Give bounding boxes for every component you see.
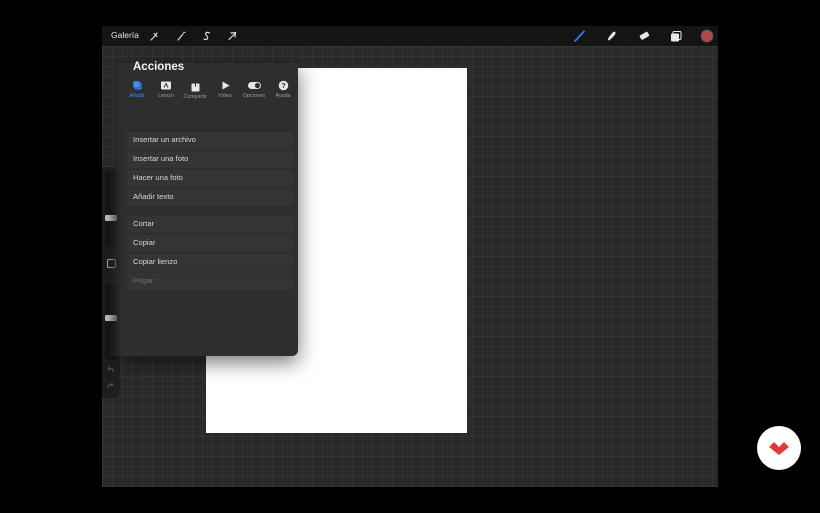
procreate-screen: Galería Acciones Añadir Lienzo Compartir… bbox=[102, 26, 718, 487]
svg-text:?: ? bbox=[281, 83, 285, 90]
copy-canvas-item[interactable]: Copiar lienzo bbox=[127, 254, 293, 271]
tab-video-label: Vídeo bbox=[218, 93, 232, 99]
insert-photo-item[interactable]: Insertar una foto bbox=[127, 151, 293, 168]
video-play-icon bbox=[222, 81, 229, 90]
brand-mark-icon bbox=[769, 442, 789, 455]
gallery-button[interactable]: Galería bbox=[111, 30, 139, 40]
tab-options[interactable]: Opciones bbox=[239, 80, 269, 99]
take-photo-label: Hacer una foto bbox=[133, 173, 183, 182]
add-icon bbox=[132, 80, 141, 90]
wrench-icon[interactable] bbox=[148, 30, 160, 42]
copy-canvas-label: Copiar lienzo bbox=[133, 257, 178, 266]
paste-label: Pegar bbox=[133, 276, 154, 285]
canvas-icon bbox=[161, 81, 171, 90]
help-icon: ? bbox=[278, 80, 288, 91]
redo-icon[interactable] bbox=[106, 381, 115, 390]
toggle-icon bbox=[247, 82, 261, 89]
brand-logo bbox=[757, 426, 801, 470]
magic-wand-icon[interactable] bbox=[175, 30, 187, 42]
tab-help[interactable]: ? Ayuda bbox=[268, 80, 298, 99]
tab-add-label: Añadir bbox=[129, 93, 145, 99]
top-toolbar: Galería bbox=[102, 26, 718, 46]
actions-tabs: Añadir Lienzo Compartir Vídeo Opciones ?… bbox=[122, 80, 298, 104]
panel-title: Acciones bbox=[133, 61, 185, 73]
tab-canvas-label: Lienzo bbox=[158, 93, 174, 99]
color-swatch-icon[interactable] bbox=[700, 29, 714, 43]
transform-arrow-icon[interactable] bbox=[226, 30, 238, 42]
tab-share[interactable]: Compartir bbox=[180, 80, 210, 100]
copy-label: Copiar bbox=[133, 238, 156, 247]
undo-icon[interactable] bbox=[106, 365, 115, 374]
insert-photo-label: Insertar una foto bbox=[133, 154, 189, 163]
actions-panel: Acciones Añadir Lienzo Compartir Vídeo O… bbox=[108, 61, 298, 356]
copy-item[interactable]: Copiar bbox=[127, 235, 293, 252]
tab-canvas[interactable]: Lienzo bbox=[151, 80, 181, 99]
layers-icon[interactable] bbox=[669, 29, 683, 43]
share-icon bbox=[191, 80, 199, 92]
tab-options-label: Opciones bbox=[242, 93, 266, 99]
smudge-icon[interactable] bbox=[605, 29, 619, 43]
tab-help-label: Ayuda bbox=[275, 93, 291, 99]
add-text-item[interactable]: Añadir texto bbox=[127, 189, 293, 206]
insert-file-item[interactable]: Insertar un archivo bbox=[127, 132, 293, 149]
insert-file-label: Insertar un archivo bbox=[133, 135, 196, 144]
cut-item[interactable]: Cortar bbox=[127, 216, 293, 233]
paste-item: Pegar bbox=[127, 273, 293, 290]
tab-video[interactable]: Vídeo bbox=[210, 80, 240, 99]
selection-icon[interactable] bbox=[201, 30, 213, 42]
add-text-label: Añadir texto bbox=[133, 192, 174, 201]
tab-share-label: Compartir bbox=[183, 94, 207, 100]
take-photo-item[interactable]: Hacer una foto bbox=[127, 170, 293, 187]
tab-add[interactable]: Añadir bbox=[122, 80, 152, 99]
cut-label: Cortar bbox=[133, 219, 155, 228]
brush-icon[interactable] bbox=[573, 29, 587, 43]
eraser-icon[interactable] bbox=[637, 29, 651, 43]
